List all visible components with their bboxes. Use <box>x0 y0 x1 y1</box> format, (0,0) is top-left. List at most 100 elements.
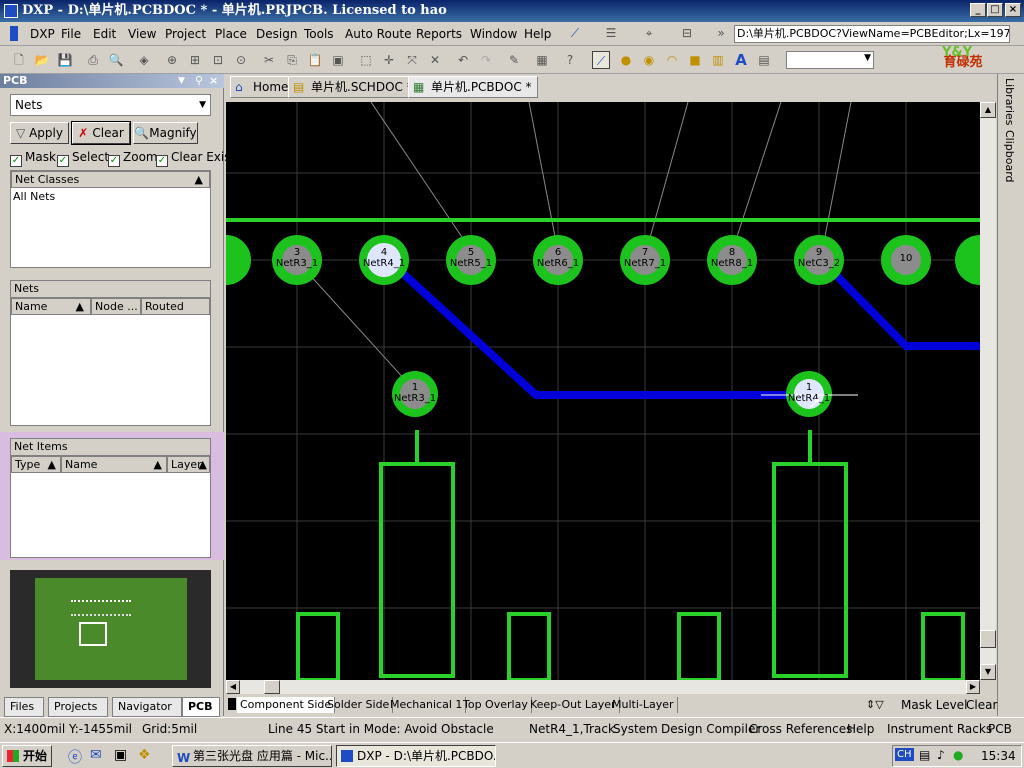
interactive-route-icon[interactable]: ⟋ <box>592 51 610 69</box>
help-icon[interactable]: ? <box>561 51 579 69</box>
scroll-thumb[interactable] <box>980 630 996 648</box>
menu-project[interactable]: Project <box>165 27 206 41</box>
tab-navigator[interactable]: Navigator <box>112 697 182 717</box>
net-classes-header[interactable]: Net Classes ▲ <box>11 171 210 188</box>
wire-tool-icon[interactable]: ⟋ <box>566 24 584 42</box>
select-area-icon[interactable]: ⬚ <box>357 51 375 69</box>
save-icon[interactable]: 💾 <box>56 51 74 69</box>
start-button[interactable]: 开始 <box>2 745 52 767</box>
browse-component-icon[interactable]: ▦ <box>533 51 551 69</box>
net-items-col-name[interactable]: Name ▲ <box>61 456 167 473</box>
place-via-icon[interactable]: ◉ <box>640 51 658 69</box>
layer-tab-component-side[interactable]: Component Side <box>237 697 336 713</box>
board-minimap[interactable] <box>10 570 211 688</box>
tab-files[interactable]: Files <box>4 697 44 717</box>
redo-icon[interactable]: ↷ <box>477 51 495 69</box>
nets-col-node[interactable]: Node ... <box>91 298 141 315</box>
net-items-col-type[interactable]: Type ▲ <box>11 456 61 473</box>
zoom-selected-icon[interactable]: ⊡ <box>209 51 227 69</box>
outlook-quicklaunch-icon[interactable]: ✉ <box>90 747 102 763</box>
app-quicklaunch-icon[interactable]: ❖ <box>138 747 151 763</box>
toolbar-overflow-icon[interactable]: » <box>712 24 730 42</box>
measure-tool-icon[interactable]: ⊟ <box>678 24 696 42</box>
status-design-compiler[interactable]: Design Compiler <box>661 722 760 736</box>
nets-col-name[interactable]: Name ▲ <box>11 298 91 315</box>
select-checkbox[interactable]: ✓ Select <box>57 150 109 167</box>
deselect-icon[interactable]: ✕ <box>426 51 444 69</box>
net-class-item[interactable]: All Nets <box>13 190 55 203</box>
copy-icon[interactable]: ⎘ <box>283 51 301 69</box>
clear-button[interactable]: ✗ Clear <box>71 121 131 145</box>
scroll-left-button[interactable]: ◀ <box>226 680 240 694</box>
tab-pcbdoc[interactable]: ▦ 单片机.PCBDOC * <box>408 76 538 98</box>
place-tool-icon[interactable]: ⌖ <box>640 24 658 42</box>
tab-libraries[interactable]: Libraries <box>1003 78 1016 126</box>
apply-button[interactable]: ▽ Apply <box>10 122 69 144</box>
place-component-icon[interactable]: ▤ <box>755 51 773 69</box>
nets-dropdown[interactable]: Nets ▼ <box>10 94 211 116</box>
align-tool-icon[interactable]: ☰ <box>602 24 620 42</box>
menu-dxp[interactable]: DXP <box>30 27 55 41</box>
horizontal-scrollbar[interactable]: ◀ ▶ <box>226 680 980 694</box>
tab-clipboard[interactable]: Clipboard <box>1003 130 1016 183</box>
network-tray-icon[interactable]: ▤ <box>919 748 930 762</box>
close-button[interactable]: × <box>1005 3 1021 17</box>
place-arc-icon[interactable]: ◠ <box>663 51 681 69</box>
cut-icon[interactable]: ✂ <box>260 51 278 69</box>
filter-icon[interactable]: ⇕▽ <box>866 698 884 711</box>
menu-auto-route[interactable]: Auto Route <box>345 27 412 41</box>
toolbar-dropdown[interactable]: ▼ <box>786 51 874 69</box>
undo-icon[interactable]: ↶ <box>454 51 472 69</box>
tab-projects[interactable]: Projects <box>48 697 108 717</box>
net-items-col-layer[interactable]: Layer ▲ <box>167 456 210 473</box>
place-string-icon[interactable]: A <box>732 51 750 69</box>
place-polygon-icon[interactable]: ▥ <box>709 51 727 69</box>
status-pcb[interactable]: PCB <box>988 722 1012 736</box>
mask-level-button[interactable]: Mask Level <box>901 698 967 712</box>
vertical-scrollbar[interactable]: ▲ ▼ <box>980 102 996 680</box>
tab-pcb[interactable]: PCB <box>182 697 220 717</box>
ime-indicator[interactable]: CH <box>895 748 914 761</box>
panel-pin-icon[interactable]: ⚲ <box>195 74 203 88</box>
status-tray-icon[interactable]: ● <box>953 748 963 762</box>
volume-tray-icon[interactable]: ♪ <box>937 748 945 762</box>
scroll-up-button[interactable]: ▲ <box>980 102 996 118</box>
menu-place[interactable]: Place <box>215 27 247 41</box>
zoom-checkbox[interactable]: ✓ Zoom <box>108 150 158 167</box>
clear-exist-checkbox[interactable]: ✓ Clear Exist <box>156 150 235 167</box>
menu-file[interactable]: File <box>61 27 81 41</box>
status-system[interactable]: System <box>613 722 658 736</box>
menu-design[interactable]: Design <box>256 27 297 41</box>
task-dxp[interactable]: DXP - D:\单片机.PCBDO... <box>336 745 496 767</box>
paste-icon[interactable]: 📋 <box>306 51 324 69</box>
rubber-stamp-icon[interactable]: ▣ <box>329 51 347 69</box>
status-instrument-racks[interactable]: Instrument Racks <box>887 722 992 736</box>
layer-tab-keep-out[interactable]: Keep-Out Layer <box>527 697 620 713</box>
print-icon[interactable]: ⎙ <box>84 51 102 69</box>
mask-checkbox[interactable]: ✓ Mask <box>10 150 56 167</box>
move-selection-icon[interactable]: ⤧ <box>403 51 421 69</box>
panel-close-icon[interactable]: × <box>209 74 218 88</box>
menu-window[interactable]: Window <box>470 27 517 41</box>
menu-view[interactable]: View <box>128 27 156 41</box>
layer-tab-solder-side[interactable]: Solder Side <box>324 697 394 713</box>
menu-edit[interactable]: Edit <box>93 27 116 41</box>
minimize-button[interactable]: _ <box>970 3 986 17</box>
cross-probe-icon[interactable]: ✎ <box>505 51 523 69</box>
task-word[interactable]: W 第三张光盘 应用篇 - Mic... <box>172 745 332 767</box>
menu-tools[interactable]: Tools <box>304 27 334 41</box>
tab-home[interactable]: ⌂ Home <box>230 76 295 98</box>
clear-mask-button[interactable]: Clear <box>966 698 997 712</box>
place-fill-icon[interactable]: ■ <box>686 51 704 69</box>
nets-col-routed[interactable]: Routed <box>141 298 210 315</box>
layer-tab-multi-layer[interactable]: Multi-Layer <box>609 697 678 713</box>
scroll-right-button[interactable]: ▶ <box>966 680 980 694</box>
zoom-fit-icon[interactable]: ⊕ <box>163 51 181 69</box>
print-preview-icon[interactable]: 🔍 <box>107 51 125 69</box>
new-icon[interactable]: 🗋 <box>10 51 28 69</box>
scroll-down-button[interactable]: ▼ <box>980 664 996 680</box>
layers-icon[interactable]: ◈ <box>135 51 153 69</box>
layer-tab-top-overlay[interactable]: Top Overlay <box>460 697 532 713</box>
menu-reports[interactable]: Reports <box>416 27 462 41</box>
panel-menu-icon[interactable]: ▼ <box>178 74 185 88</box>
